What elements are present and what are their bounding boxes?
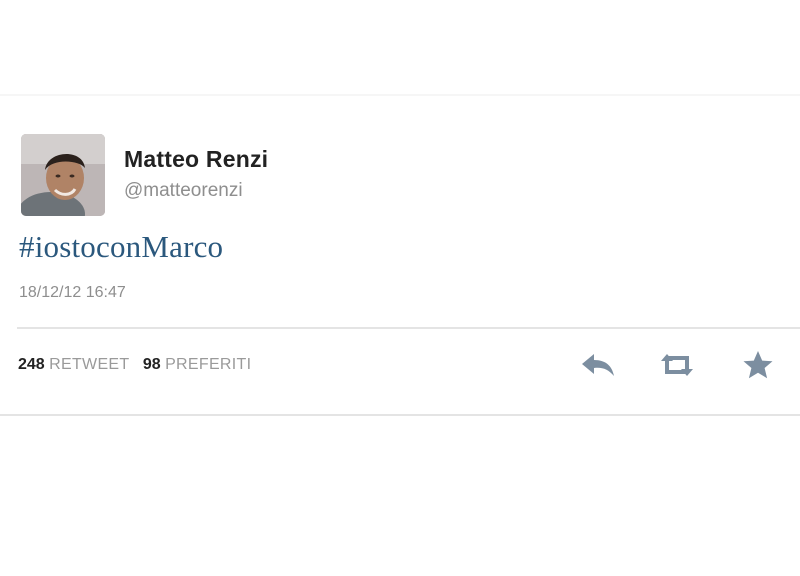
retweet-count[interactable]: 248 [18,356,45,373]
favorite-star-icon[interactable] [738,348,778,382]
reply-icon[interactable] [578,348,618,382]
author-name[interactable]: Matteo Renzi [124,146,268,173]
author-handle[interactable]: @matteorenzi [124,180,243,202]
retweet-icon[interactable] [657,348,697,382]
tweet-timestamp: 18/12/12 16:47 [19,284,126,301]
retweet-label[interactable]: RETWEET [49,356,129,373]
tweet-hashtag-link[interactable]: #iostoconMarco [19,229,223,265]
divider [0,414,800,416]
tweet-stats: 248 RETWEET 98 PREFERITI [18,356,251,374]
divider [17,327,800,329]
tweet-card: Matteo Renzi @matteorenzi #iostoconMarco… [0,96,800,416]
avatar-photo [21,134,105,216]
favorite-count[interactable]: 98 [143,356,161,373]
avatar[interactable] [21,134,105,216]
favorite-label[interactable]: PREFERITI [165,356,251,373]
